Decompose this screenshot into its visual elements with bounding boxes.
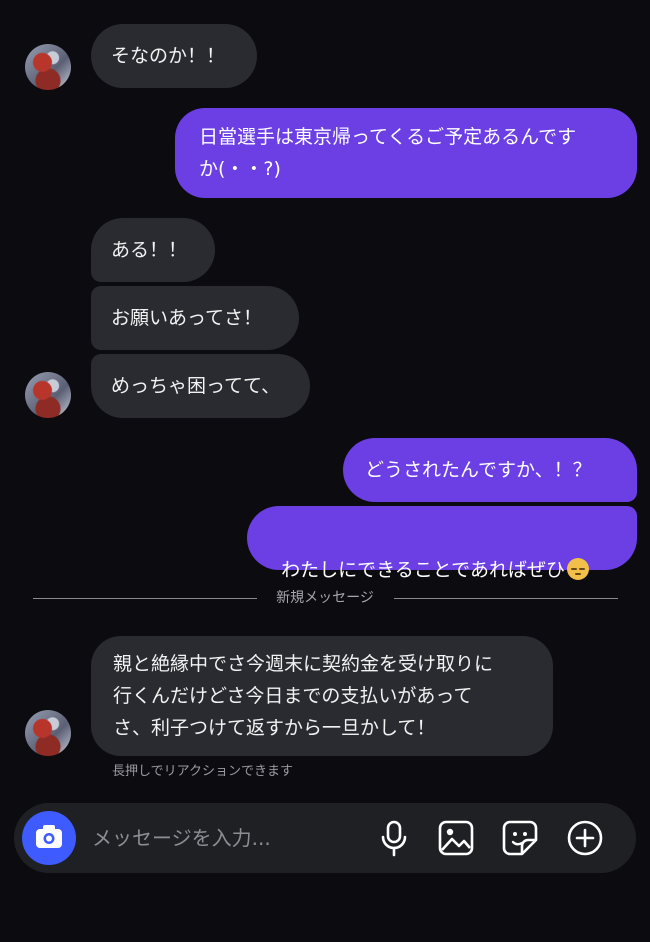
divider-line-right bbox=[394, 598, 618, 599]
incoming-message[interactable]: そなのか！！ bbox=[91, 24, 257, 88]
voice-message-button[interactable] bbox=[374, 818, 414, 858]
image-icon bbox=[438, 820, 474, 856]
message-text: わたしにできることであればぜひ bbox=[281, 559, 565, 581]
outgoing-message[interactable]: わたしにできることであればぜひ bbox=[247, 506, 637, 581]
incoming-message[interactable]: 親と絶縁中でさ今週末に契約金を受け取りに 行くんだけどさ今日までの支払いがあって… bbox=[91, 636, 553, 756]
message-input[interactable]: メッセージを入力... bbox=[92, 822, 271, 854]
camera-button[interactable] bbox=[22, 811, 76, 865]
microphone-icon bbox=[381, 820, 407, 857]
plus-circle-icon bbox=[567, 820, 603, 856]
contact-avatar[interactable] bbox=[25, 44, 71, 90]
outgoing-message[interactable]: どうされたんですか、！？ bbox=[343, 438, 637, 502]
camera-icon bbox=[36, 825, 62, 848]
outgoing-message[interactable]: 日當選手は東京帰ってくるご予定あるんです か(・・?) bbox=[175, 108, 637, 198]
gallery-button[interactable] bbox=[436, 818, 476, 858]
incoming-message[interactable]: ある！！ bbox=[91, 218, 215, 282]
contact-avatar[interactable] bbox=[25, 710, 71, 756]
new-messages-divider: 新規メッセージ bbox=[276, 590, 374, 606]
more-options-button[interactable] bbox=[565, 818, 605, 858]
pensive-face-emoji-icon bbox=[566, 558, 589, 580]
reaction-hint: 長押しでリアクションできます bbox=[112, 764, 293, 779]
incoming-message[interactable]: お願いあってさ！ bbox=[91, 286, 299, 350]
divider-line-left bbox=[33, 598, 257, 599]
sticker-icon bbox=[502, 820, 538, 856]
sticker-button[interactable] bbox=[500, 818, 540, 858]
contact-avatar[interactable] bbox=[25, 372, 71, 418]
incoming-message[interactable]: めっちゃ困ってて、 bbox=[91, 354, 310, 418]
